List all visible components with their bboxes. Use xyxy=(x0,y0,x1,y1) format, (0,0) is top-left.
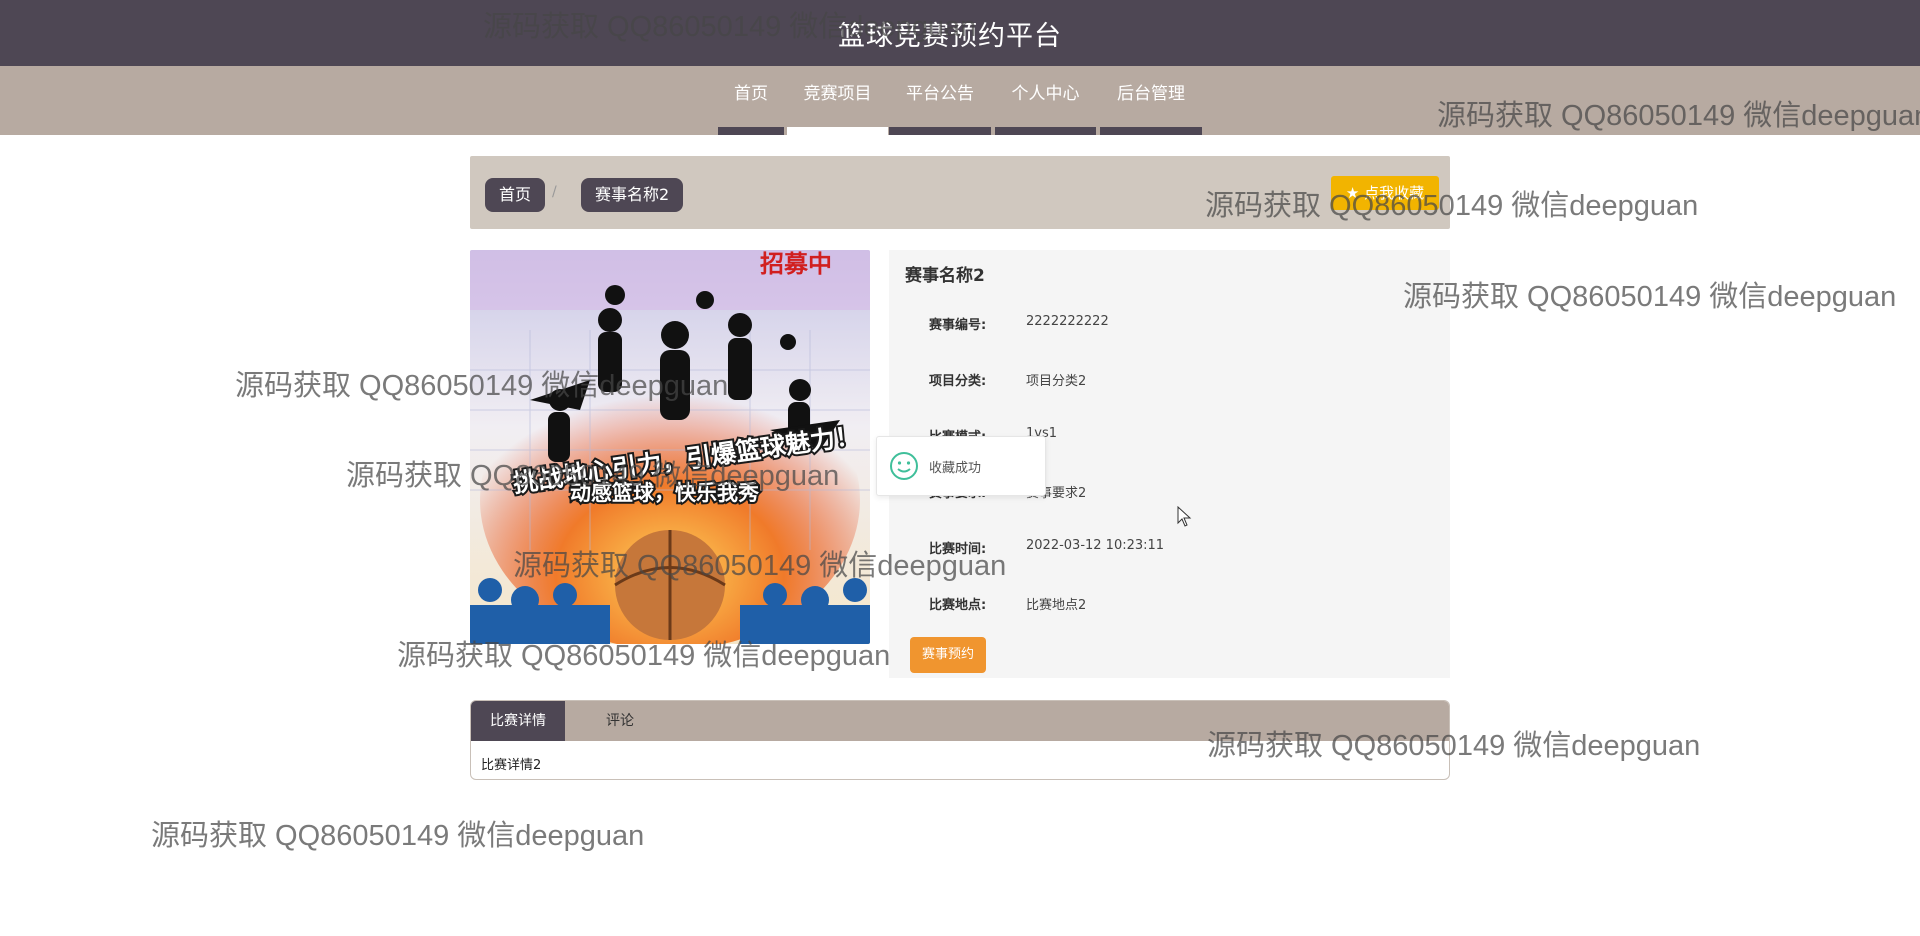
watermark: 源码获取 QQ86050149 微信deepguan xyxy=(151,820,645,852)
top-header: 篮球竞赛预约平台 xyxy=(0,0,1920,66)
field-label-event-number: 赛事编号: xyxy=(929,318,987,333)
poster-image: 招募中 挑战地心引力，引爆篮球魅力！ 动感篮球，快乐我秀 xyxy=(470,250,870,644)
field-value-location: 比赛地点2 xyxy=(1026,598,1087,613)
field-label-time: 比赛时间: xyxy=(929,542,987,557)
tabs-header: 比赛详情 评论 xyxy=(471,701,1449,741)
nav-item-admin[interactable]: 后台管理 xyxy=(1100,66,1202,135)
breadcrumb-home[interactable]: 首页 xyxy=(485,178,546,212)
nav-item-competitions[interactable]: 竞赛项目 xyxy=(787,66,888,135)
field-value-category: 项目分类2 xyxy=(1026,374,1087,389)
tab-content: 比赛详情2 xyxy=(481,758,542,773)
poster-slogan-2: 动感篮球，快乐我秀 xyxy=(570,481,759,505)
site-title: 篮球竞赛预约平台 xyxy=(838,21,1062,52)
breadcrumb-separator: / xyxy=(552,184,557,200)
breadcrumb: 首页 / 赛事名称2 xyxy=(470,156,1450,229)
nav-item-announcements[interactable]: 平台公告 xyxy=(889,66,991,135)
toast-text: 收藏成功 xyxy=(929,461,982,476)
tab-match-details[interactable]: 比赛详情 xyxy=(471,701,565,741)
tab-comments[interactable]: 评论 xyxy=(565,701,675,741)
toast-message: 收藏成功 xyxy=(876,436,1046,496)
watermark: 源码获取 QQ86050149 微信deepguan xyxy=(1403,281,1897,313)
breadcrumb-current[interactable]: 赛事名称2 xyxy=(581,178,684,212)
field-label-location: 比赛地点: xyxy=(929,598,987,613)
field-label-category: 项目分类: xyxy=(929,374,987,389)
event-title: 赛事名称2 xyxy=(905,266,985,286)
nav-item-home[interactable]: 首页 xyxy=(718,66,784,135)
nav-item-profile[interactable]: 个人中心 xyxy=(995,66,1096,135)
favorite-button[interactable]: ★ 点我收藏 xyxy=(1331,176,1439,210)
smile-icon xyxy=(890,452,918,480)
field-value-event-number: 2222222222 xyxy=(1026,314,1109,329)
detail-tabs: 比赛详情 评论 比赛详情2 xyxy=(470,700,1450,780)
event-poster: 招募中 挑战地心引力，引爆篮球魅力！ 动感篮球，快乐我秀 xyxy=(470,250,870,644)
field-value-time: 2022-03-12 10:23:11 xyxy=(1026,538,1165,553)
poster-badge: 招募中 xyxy=(760,250,832,278)
mouse-cursor-icon xyxy=(1177,506,1192,527)
main-nav: 首页 竞赛项目 平台公告 个人中心 后台管理 xyxy=(0,66,1920,135)
book-event-button[interactable]: 赛事预约 xyxy=(910,637,986,673)
